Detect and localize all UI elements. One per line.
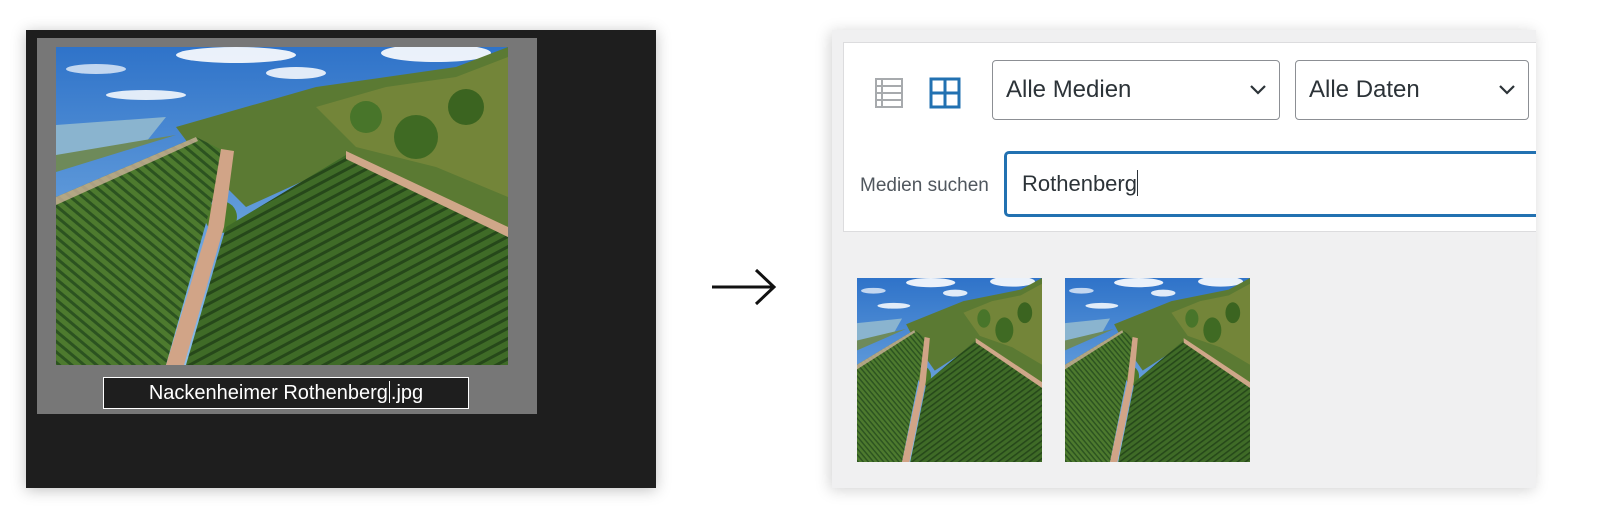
media-type-filter-value: Alle Medien <box>1006 76 1132 103</box>
list-view-button[interactable] <box>869 73 909 113</box>
filename-rename-input[interactable]: Nackenheimer Rothenberg .jpg <box>103 377 469 409</box>
text-caret <box>388 381 390 403</box>
filename-text: Nackenheimer Rothenberg <box>148 382 388 404</box>
file-explorer-panel: Nackenheimer Rothenberg .jpg <box>26 30 656 488</box>
date-filter-value: Alle Daten <box>1309 76 1420 103</box>
media-toolbar: Alle Medien Alle Daten Medien suchen Rot… <box>843 42 1536 232</box>
vineyard-photo-icon <box>1065 278 1250 462</box>
grid-view-icon <box>929 77 961 109</box>
chevron-down-icon <box>1250 85 1266 95</box>
search-value: Rothenberg <box>1022 171 1137 196</box>
selected-file-item[interactable]: Nackenheimer Rothenberg .jpg <box>37 38 537 414</box>
text-caret <box>1136 170 1139 196</box>
media-library: Alle Medien Alle Daten Medien suchen Rot… <box>832 30 1536 488</box>
filename-extension: .jpg <box>390 382 424 404</box>
chevron-down-icon <box>1499 85 1515 95</box>
media-search-input[interactable]: Rothenberg <box>1005 152 1536 216</box>
search-label: Medien suchen <box>860 175 989 196</box>
vineyard-photo-icon <box>56 47 508 365</box>
right-arrow-icon <box>712 268 777 306</box>
media-attachment-1[interactable] <box>857 278 1042 462</box>
file-thumbnail <box>56 47 508 365</box>
grid-view-button[interactable] <box>925 73 965 113</box>
media-type-filter[interactable]: Alle Medien <box>992 60 1280 120</box>
list-view-icon <box>875 78 903 108</box>
date-filter[interactable]: Alle Daten <box>1295 60 1529 120</box>
media-attachment-2[interactable] <box>1065 278 1250 462</box>
vineyard-photo-icon <box>857 278 1042 462</box>
